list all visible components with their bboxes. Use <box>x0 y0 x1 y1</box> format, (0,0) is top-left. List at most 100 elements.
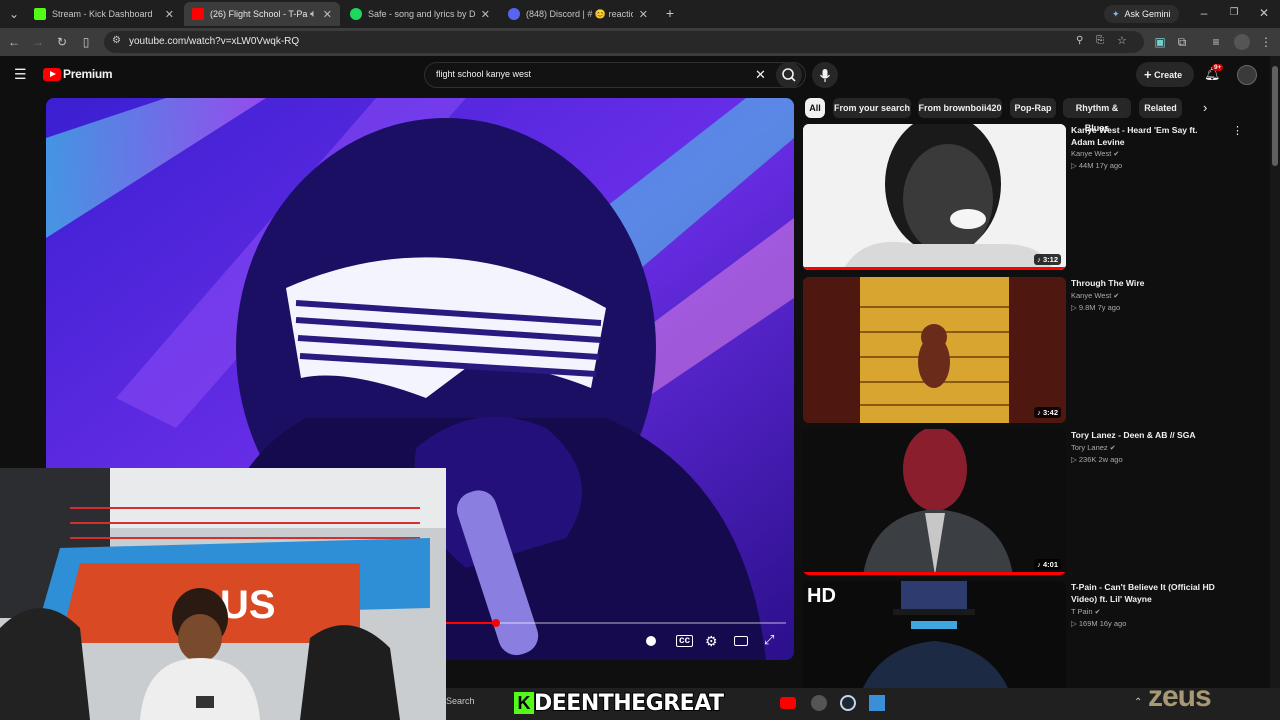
create-label: Create <box>1154 70 1183 80</box>
channel-name[interactable]: Kanye West ✔ <box>1071 291 1119 300</box>
kick-icon <box>34 8 46 20</box>
chip-all[interactable]: All <box>805 98 825 118</box>
search-button[interactable] <box>776 62 802 88</box>
plus-icon: + <box>1144 67 1152 82</box>
miniplayer-icon[interactable] <box>734 636 748 646</box>
video-meta: ▷ 9.8M 7y ago <box>1071 303 1121 312</box>
app-taskbar-icon-2[interactable] <box>869 695 885 711</box>
webcam-overlay: US <box>0 468 446 720</box>
search-input[interactable]: flight school kanye west <box>436 69 531 79</box>
reload-icon[interactable]: ↻ <box>54 34 70 50</box>
video-title[interactable]: T-Pain - Can't Believe It (Official HD V… <box>1071 581 1221 605</box>
menu-kebab-icon[interactable]: ⋮ <box>1258 34 1274 50</box>
chevron-right-icon[interactable]: › <box>1203 100 1207 115</box>
ask-gemini-button[interactable]: ✦ Ask Gemini <box>1104 5 1179 23</box>
chip-from-your-search[interactable]: From your search <box>833 98 911 118</box>
close-icon[interactable]: ✕ <box>639 8 648 21</box>
hamburger-menu-icon[interactable]: ☰ <box>14 66 27 83</box>
video-thumbnail[interactable]: HD <box>803 581 1066 688</box>
close-icon[interactable]: ✕ <box>481 8 490 21</box>
fullscreen-icon[interactable]: ⤢ <box>764 632 774 648</box>
minimize-icon[interactable]: – <box>1196 5 1212 21</box>
extension-icon[interactable]: ▣ <box>1152 34 1168 50</box>
profile-avatar[interactable] <box>1234 34 1250 50</box>
video-thumbnail[interactable]: ♪ 3:42 <box>803 277 1066 423</box>
hd-badge: HD <box>807 585 836 607</box>
tab-groups-icon[interactable]: ≡ <box>1208 34 1224 50</box>
tab-kick-dashboard[interactable]: Stream - Kick Dashboard ✕ <box>26 2 182 26</box>
ask-gemini-label: Ask Gemini <box>1124 9 1171 19</box>
voice-search-button[interactable] <box>812 62 838 88</box>
back-icon[interactable]: ← <box>6 34 22 50</box>
channel-name[interactable]: T Pain ✔ <box>1071 607 1101 616</box>
verified-icon: ✔ <box>1113 151 1120 158</box>
spotify-icon <box>350 8 362 20</box>
install-icon[interactable]: ⎘ <box>1096 35 1104 46</box>
scrubber-handle[interactable] <box>492 619 500 627</box>
side-panel-icon[interactable]: ▯ <box>78 34 94 50</box>
create-button[interactable]: + Create <box>1136 62 1194 87</box>
zoom-icon[interactable]: ⚲ <box>1076 35 1083 46</box>
site-info-icon[interactable]: ⚙ <box>112 35 121 46</box>
tray-chevron-icon[interactable]: ⌃ <box>1134 697 1142 708</box>
channel-name[interactable]: Tory Lanez ✔ <box>1071 443 1116 452</box>
watched-progress-bar <box>803 572 1066 575</box>
tab-discord[interactable]: (848) Discord | # 😊 reactions ✕ <box>500 2 656 26</box>
close-window-icon[interactable]: ✕ <box>1256 5 1272 21</box>
page-scrollbar[interactable] <box>1270 56 1280 688</box>
bookmark-star-icon[interactable]: ☆ <box>1117 34 1127 47</box>
video-progress-played <box>446 622 496 624</box>
tab-spotify[interactable]: Safe - song and lyrics by Drū O ✕ <box>342 2 498 26</box>
youtube-logo[interactable]: Premium <box>43 67 113 81</box>
address-bar[interactable]: ⚙ youtube.com/watch?v=xLW0Vwqk-RQ ⚲ ⎘ ☆ <box>104 31 1144 53</box>
chip-rhythm-blues[interactable]: Rhythm & Blues <box>1063 98 1131 133</box>
video-meta: ▷ 44M 17y ago <box>1071 161 1123 170</box>
channel-name[interactable]: Kanye West ✔ <box>1071 149 1119 158</box>
brand-watermark: zeus <box>1148 680 1212 713</box>
video-meta: ▷ 169M 16y ago <box>1071 619 1127 628</box>
video-thumbnail[interactable]: ♪ 3:12 <box>803 124 1066 270</box>
forward-icon[interactable]: → <box>30 34 46 50</box>
duration-badge: ♪ 4:01 <box>1034 559 1061 570</box>
chip-related[interactable]: Related <box>1139 98 1182 118</box>
tab-flight-school[interactable]: (26) Flight School - T-Pain f 🔈︎ ✕ <box>184 2 340 26</box>
tab-title: (26) Flight School - T-Pain f <box>210 9 308 19</box>
video-title[interactable]: Through The Wire <box>1071 277 1221 289</box>
chip-pop-rap[interactable]: Pop-Rap <box>1010 98 1056 118</box>
maximize-icon[interactable]: ❐ <box>1226 5 1242 21</box>
gemini-icon: ✦ <box>1112 9 1120 19</box>
notification-count-badge: 9+ <box>1212 64 1224 71</box>
search-box[interactable]: flight school kanye west ✕ <box>424 62 806 88</box>
new-tab-icon[interactable]: + <box>662 5 678 21</box>
microphone-icon <box>820 69 830 82</box>
verified-icon: ✔ <box>1094 609 1101 616</box>
video-thumbnail[interactable]: ♪ 4:01 <box>803 429 1066 575</box>
duration-badge: ♪ 3:42 <box>1034 407 1061 418</box>
scrollbar-thumb[interactable] <box>1272 66 1278 166</box>
video-title[interactable]: Kanye West - Heard 'Em Say ft. Adam Levi… <box>1071 124 1221 148</box>
close-icon[interactable]: ✕ <box>165 8 174 21</box>
browser-tab-strip: ⌄ Stream - Kick Dashboard ✕ (26) Flight … <box>0 0 1280 28</box>
settings-gear-icon[interactable]: ⚙ <box>705 633 718 650</box>
youtube-taskbar-icon[interactable] <box>780 697 796 709</box>
thumbnail-image <box>803 429 1066 575</box>
video-progress-bar[interactable] <box>446 619 786 627</box>
youtube-play-logo-icon <box>43 67 61 81</box>
speaker-icon[interactable]: 🔈︎ <box>310 8 317 21</box>
extensions-puzzle-icon[interactable]: ⧉ <box>1174 34 1190 50</box>
autoplay-toggle-icon[interactable] <box>646 636 656 646</box>
webcam-image: US <box>0 468 446 720</box>
premium-logo-text: Premium <box>63 67 113 81</box>
video-title[interactable]: Tory Lanez - Deen & AB // SGA <box>1071 429 1221 441</box>
clear-search-icon[interactable]: ✕ <box>755 67 766 83</box>
steam-taskbar-icon[interactable] <box>840 695 856 711</box>
captions-icon[interactable]: cc <box>676 635 694 647</box>
more-options-icon[interactable]: ⋮ <box>1232 124 1243 137</box>
taskbar-search[interactable]: Search <box>446 696 475 706</box>
thumbnail-image <box>803 277 1066 423</box>
account-avatar[interactable] <box>1237 65 1257 85</box>
tab-search-icon[interactable]: ⌄ <box>6 6 22 22</box>
app-taskbar-icon[interactable] <box>811 695 827 711</box>
close-icon[interactable]: ✕ <box>323 8 332 21</box>
chip-from-channel[interactable]: From brownboii420 <box>918 98 1002 118</box>
